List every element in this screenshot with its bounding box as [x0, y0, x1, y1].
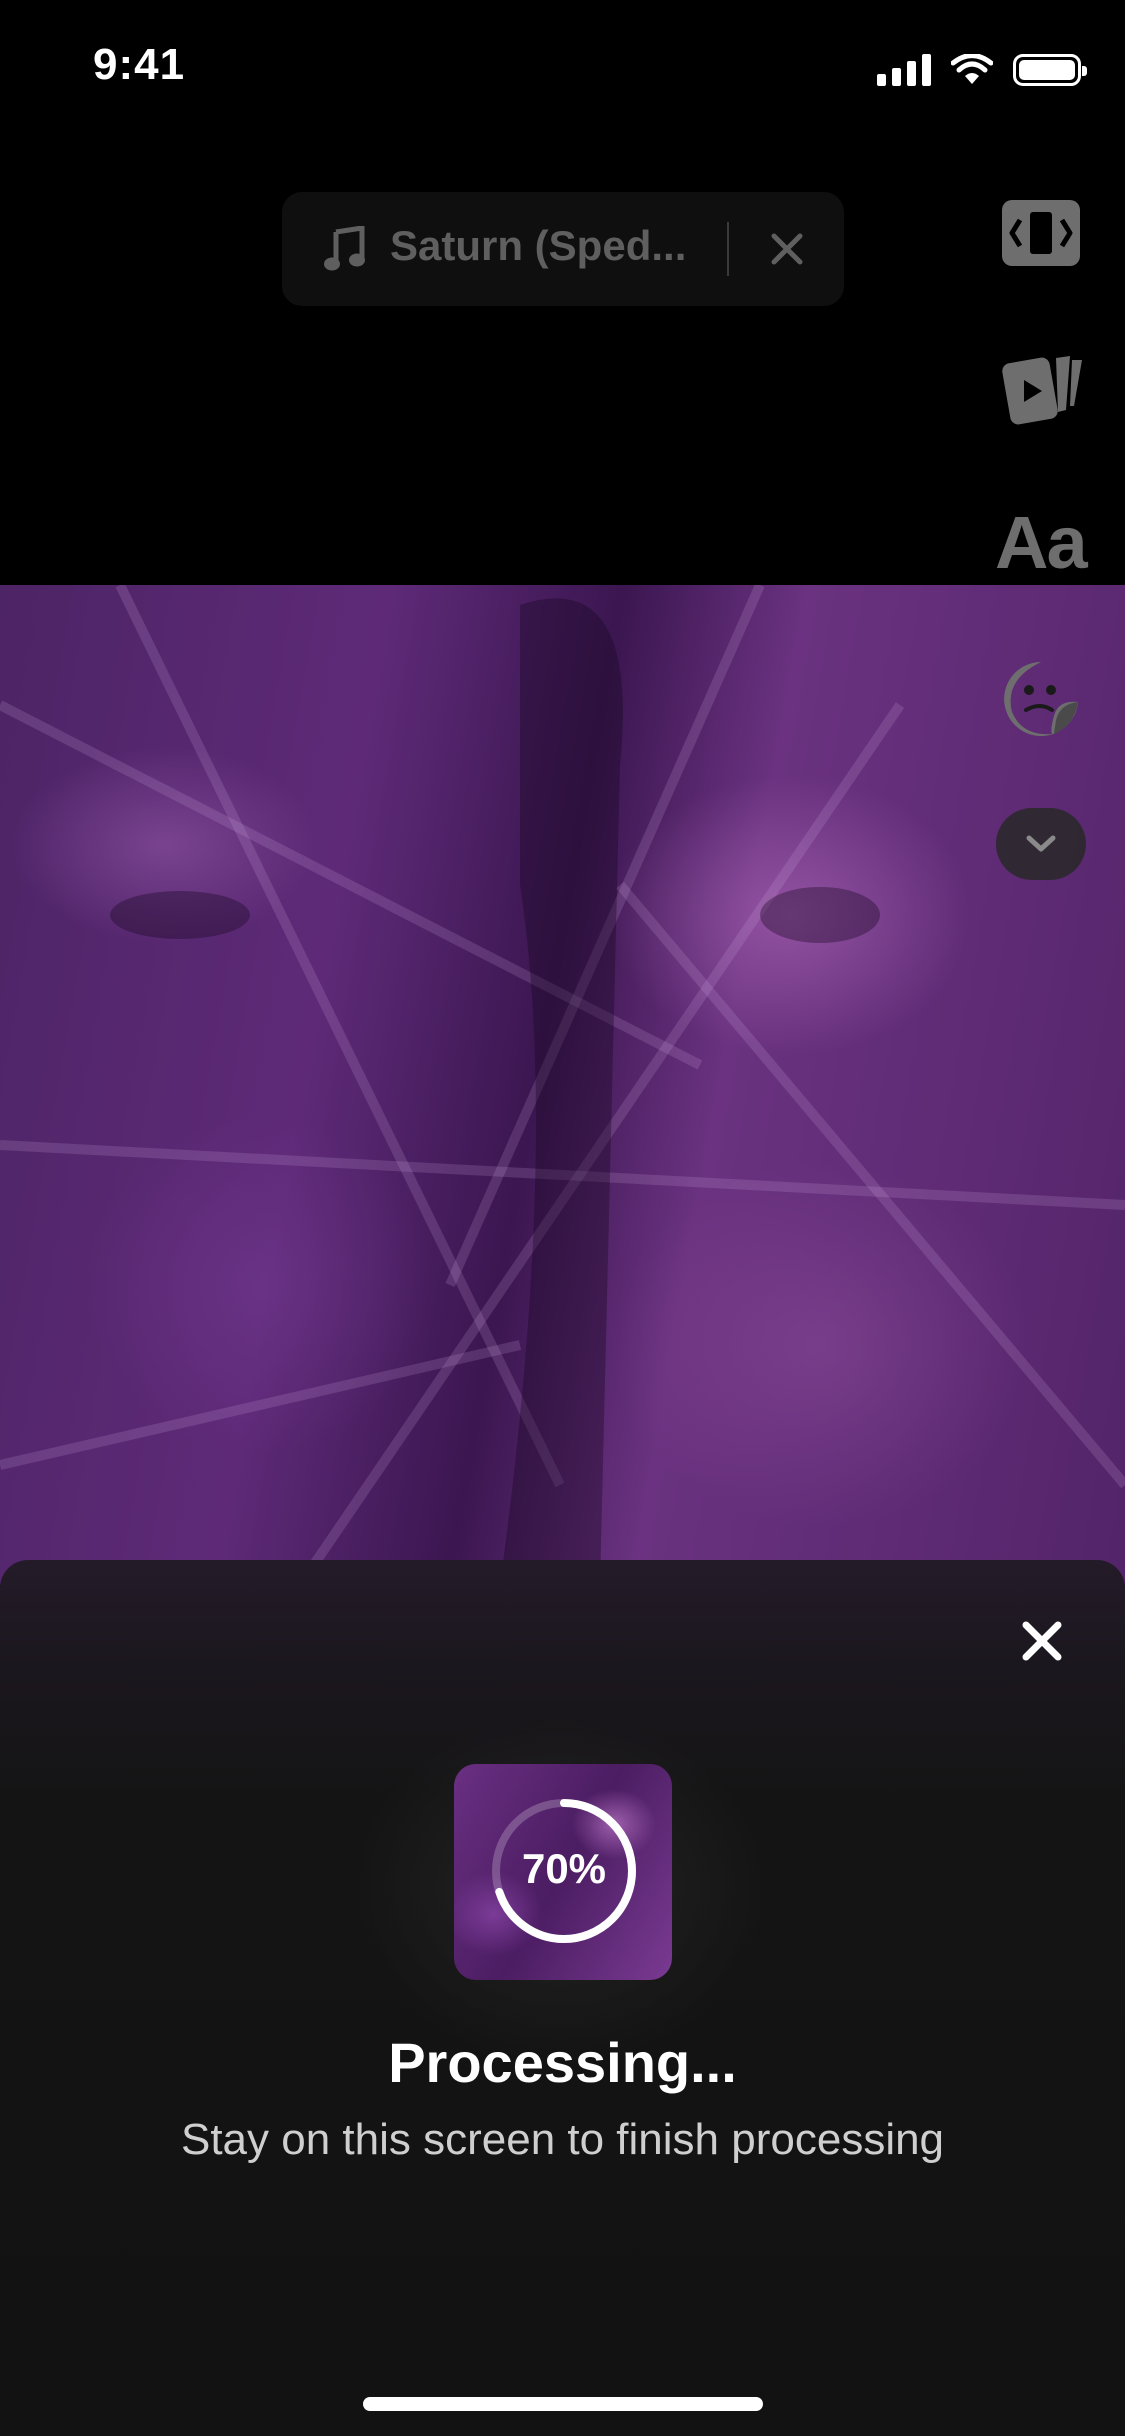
pill-divider — [727, 222, 729, 276]
video-frame-image — [0, 585, 1125, 1585]
status-time: 9:41 — [93, 40, 186, 89]
reframe-icon[interactable] — [1000, 198, 1082, 268]
clips-icon[interactable] — [1000, 350, 1084, 428]
wifi-icon — [951, 54, 993, 84]
home-indicator[interactable] — [363, 2397, 763, 2411]
remove-sound-close-icon[interactable] — [762, 224, 812, 274]
sound-title: Saturn (Sped... — [390, 222, 687, 269]
processing-subtitle: Stay on this screen to finish processing — [180, 2115, 945, 2164]
battery-icon — [1013, 54, 1087, 86]
status-bar: 9:41 — [0, 0, 1125, 140]
editor-screen: 9:41 Saturn (Sped... Aa 70% Processing..… — [0, 0, 1125, 2436]
processing-title: Processing... — [388, 2031, 737, 2094]
cellular-signal-icon — [877, 54, 931, 86]
close-icon[interactable] — [1018, 1617, 1066, 1665]
chevron-down-icon — [1026, 835, 1056, 852]
text-tool-button[interactable]: Aa — [995, 500, 1088, 585]
progress-percentage: 70% — [521, 1845, 607, 1892]
selected-sound-pill[interactable]: Saturn (Sped... — [282, 192, 844, 306]
music-note-icon — [324, 226, 365, 271]
video-preview[interactable] — [0, 585, 1125, 1585]
sticker-icon[interactable] — [1002, 660, 1080, 738]
status-icons — [877, 48, 1087, 92]
more-tools-button[interactable] — [996, 808, 1086, 880]
